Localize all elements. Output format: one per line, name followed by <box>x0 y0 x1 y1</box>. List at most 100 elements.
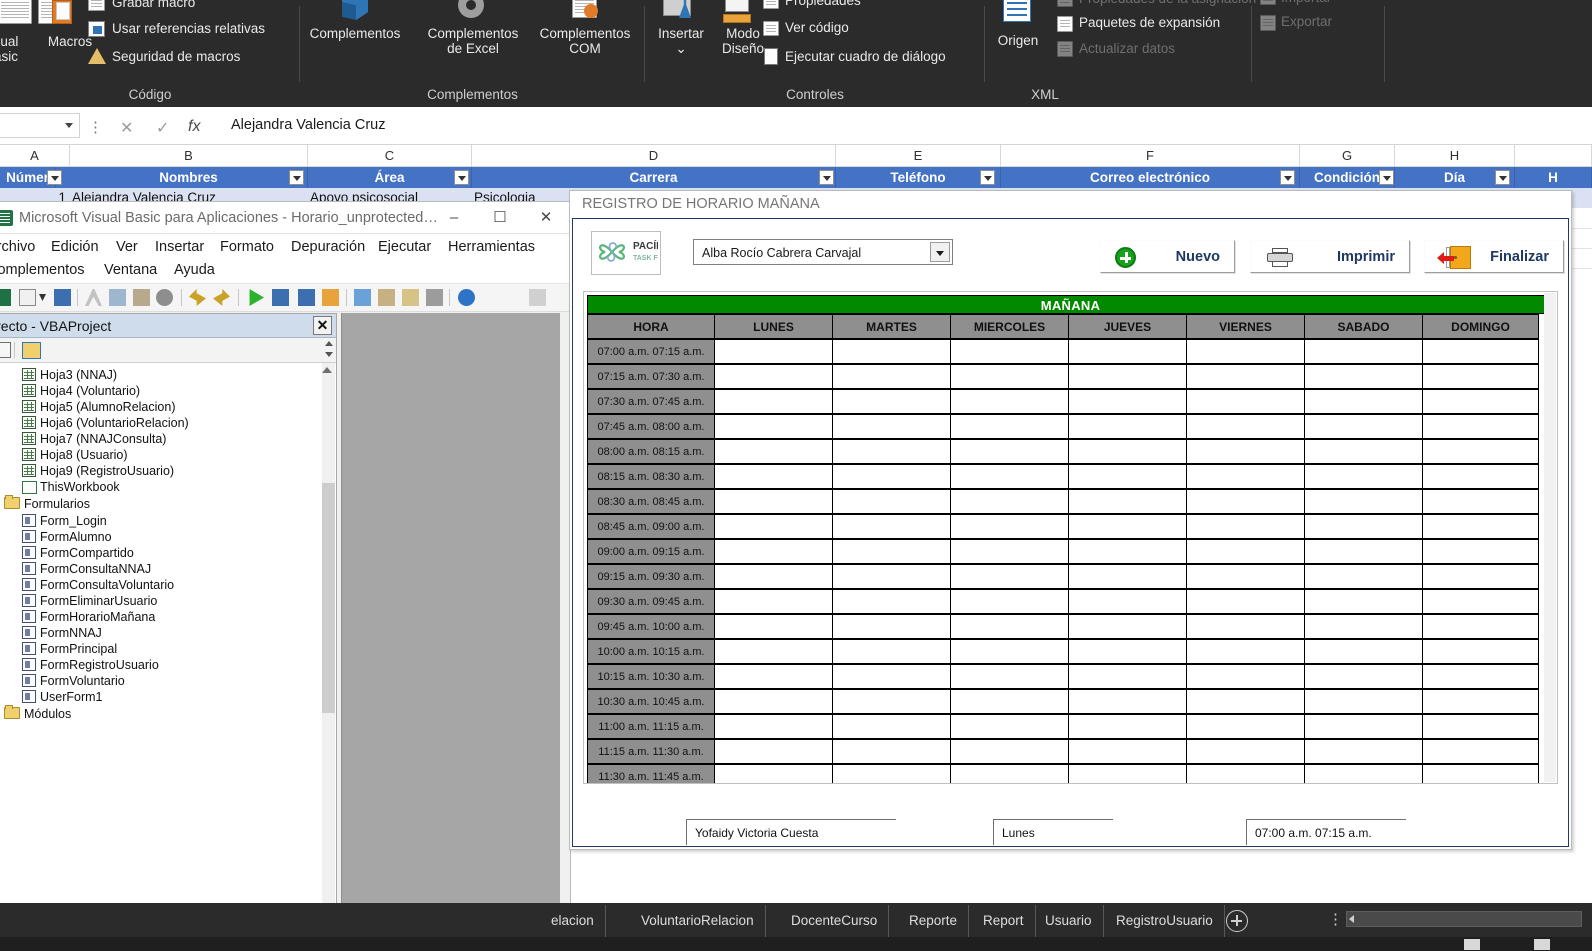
schedule-slot-cell[interactable] <box>1068 639 1187 664</box>
sheet-tab-elacion[interactable]: elacion <box>540 905 606 937</box>
project-explorer-icon[interactable] <box>354 289 371 306</box>
toggle-folders-icon[interactable] <box>22 342 41 359</box>
name-box-chevron-icon[interactable] <box>65 123 73 128</box>
schedule-slot-cell[interactable] <box>1186 664 1305 689</box>
schedule-slot-cell[interactable] <box>950 414 1069 439</box>
sheet-tab-voluntariorelacion[interactable]: VoluntarioRelacion <box>630 905 766 937</box>
find-icon[interactable] <box>156 289 173 306</box>
schedule-slot-cell[interactable] <box>950 689 1069 714</box>
normal-view-icon[interactable] <box>1464 939 1480 950</box>
expansion-packs-item[interactable]: Paquetes de expansión <box>1079 15 1220 30</box>
menu-complementos[interactable]: Complementos <box>0 262 85 278</box>
schedule-slot-cell[interactable] <box>1304 564 1423 589</box>
column-header-a[interactable]: A <box>0 145 70 167</box>
sheet-tab-reporte[interactable]: Reporte <box>898 905 970 937</box>
schedule-slot-cell[interactable] <box>1068 739 1187 764</box>
filter-button-numero[interactable] <box>47 170 62 185</box>
schedule-slot-cell[interactable] <box>1186 714 1305 739</box>
schedule-slot-cell[interactable] <box>714 614 833 639</box>
schedule-slot-cell[interactable] <box>1068 539 1187 564</box>
schedule-slot-cell[interactable] <box>1186 689 1305 714</box>
schedule-slot-cell[interactable] <box>1304 439 1423 464</box>
schedule-slot-cell[interactable] <box>1304 639 1423 664</box>
formula-input[interactable]: Alejandra Valencia Cruz <box>222 111 1582 140</box>
schedule-slot-cell[interactable] <box>950 639 1069 664</box>
schedule-slot-cell[interactable] <box>1304 364 1423 389</box>
menu-ver[interactable]: Ver <box>116 239 138 255</box>
complementos-com-button[interactable]: Complementos COM <box>530 26 640 56</box>
schedule-slot-cell[interactable] <box>1304 739 1423 764</box>
schedule-slot-cell[interactable] <box>1422 439 1539 464</box>
schedule-slot-cell[interactable] <box>832 389 951 414</box>
schedule-slot-cell[interactable] <box>1068 764 1187 783</box>
record-macro-item[interactable]: Grabar macro <box>112 0 195 10</box>
schedule-slot-cell[interactable] <box>1304 539 1423 564</box>
menu-ventana[interactable]: Ventana <box>104 262 157 278</box>
view-object-panel-icon[interactable] <box>0 342 11 358</box>
sheet-tab-docentecurso[interactable]: DocenteCurso <box>780 905 890 937</box>
insert-dropdown-chevron-icon[interactable] <box>39 294 46 301</box>
column-header-b[interactable]: B <box>70 145 308 167</box>
imprimir-button[interactable]: Imprimir <box>1250 240 1410 273</box>
schedule-slot-cell[interactable] <box>1422 389 1539 414</box>
schedule-slot-cell[interactable] <box>832 639 951 664</box>
ver-codigo-item[interactable]: Ver código <box>785 20 849 35</box>
pause-icon[interactable] <box>272 289 289 306</box>
schedule-slot-cell[interactable] <box>714 539 833 564</box>
schedule-slot-cell[interactable] <box>832 739 951 764</box>
stop-icon[interactable] <box>298 289 315 306</box>
project-tree-scroll-thumb[interactable] <box>322 483 335 713</box>
schedule-slot-cell[interactable] <box>714 589 833 614</box>
schedule-slot-cell[interactable] <box>1068 689 1187 714</box>
redo-icon[interactable] <box>213 289 230 306</box>
schedule-slot-cell[interactable] <box>714 364 833 389</box>
schedule-slot-cell[interactable] <box>1422 339 1539 364</box>
schedule-slot-cell[interactable] <box>1304 664 1423 689</box>
schedule-slot-cell[interactable] <box>950 489 1069 514</box>
schedule-vertical-scrollbar[interactable] <box>1544 293 1556 782</box>
toolbox-icon[interactable] <box>426 289 443 306</box>
project-explorer-scroll-up-icon[interactable] <box>325 341 333 346</box>
schedule-slot-cell[interactable] <box>1186 564 1305 589</box>
schedule-slot-cell[interactable] <box>950 564 1069 589</box>
schedule-slot-cell[interactable] <box>832 464 951 489</box>
schedule-slot-cell[interactable] <box>714 564 833 589</box>
person-select[interactable]: Alba Rocío Cabrera Carvajal <box>693 239 953 265</box>
schedule-slot-cell[interactable] <box>1068 339 1187 364</box>
complementos-excel-button[interactable]: Complementos de Excel <box>418 26 528 56</box>
schedule-slot-cell[interactable] <box>950 539 1069 564</box>
schedule-slot-cell[interactable] <box>950 739 1069 764</box>
insert-function-icon[interactable]: fx <box>188 118 200 136</box>
chevron-down-icon[interactable] <box>930 242 950 262</box>
page-layout-icon[interactable] <box>1534 939 1550 950</box>
schedule-slot-cell[interactable] <box>714 489 833 514</box>
schedule-grid-container[interactable]: MAÑANA HORA LUNES MARTES MIERCOLES JUEVES VIE… <box>583 291 1558 784</box>
run-icon[interactable] <box>249 289 264 306</box>
footer-name-field[interactable]: Yofaidy Victoria Cuesta <box>686 819 896 845</box>
schedule-slot-cell[interactable] <box>1186 764 1305 783</box>
filter-button-carrera[interactable] <box>819 170 834 185</box>
filter-button-condicion[interactable] <box>1379 170 1394 185</box>
schedule-slot-cell[interactable] <box>1186 464 1305 489</box>
view-excel-icon[interactable] <box>0 289 11 306</box>
filter-button-nombres[interactable] <box>289 170 304 185</box>
sheet-tab-registrousuario[interactable]: RegistroUsuario <box>1105 905 1225 937</box>
schedule-slot-cell[interactable] <box>950 439 1069 464</box>
toolbar-options-icon[interactable] <box>529 289 546 306</box>
schedule-slot-cell[interactable] <box>1186 439 1305 464</box>
relative-references-item[interactable]: Usar referencias relativas <box>112 21 265 36</box>
schedule-slot-cell[interactable] <box>832 439 951 464</box>
schedule-slot-cell[interactable] <box>950 589 1069 614</box>
schedule-slot-cell[interactable] <box>1186 639 1305 664</box>
confirm-edit-icon[interactable]: ✓ <box>156 118 169 138</box>
schedule-slot-cell[interactable] <box>1304 514 1423 539</box>
paste-icon[interactable] <box>133 289 150 306</box>
schedule-slot-cell[interactable] <box>1186 389 1305 414</box>
schedule-slot-cell[interactable] <box>1304 689 1423 714</box>
cancel-edit-icon[interactable]: ✕ <box>120 118 133 138</box>
schedule-slot-cell[interactable] <box>832 514 951 539</box>
schedule-slot-cell[interactable] <box>1186 339 1305 364</box>
visual-basic-button[interactable]: sual asic <box>0 34 36 64</box>
schedule-slot-cell[interactable] <box>832 664 951 689</box>
schedule-slot-cell[interactable] <box>1304 389 1423 414</box>
